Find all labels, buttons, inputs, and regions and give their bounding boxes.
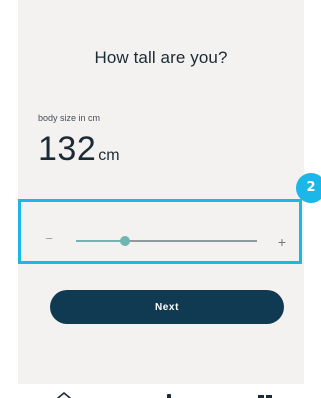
person-icon[interactable] [161,390,177,398]
height-input-screen: How tall are you? body size in cm 132 cm … [0,0,321,398]
size-value: 132 [38,130,97,168]
tutorial-highlight [18,199,302,264]
grid-icon[interactable] [257,390,273,398]
size-readout: 132 cm [38,130,120,169]
home-icon[interactable] [56,390,72,398]
size-unit: cm [98,147,120,164]
next-button[interactable]: Next [50,290,284,324]
size-label: body size in cm [38,113,101,123]
step-badge: 2 [296,173,321,203]
page-title: How tall are you? [94,48,228,67]
content-card: How tall are you? body size in cm 132 cm [18,0,304,384]
